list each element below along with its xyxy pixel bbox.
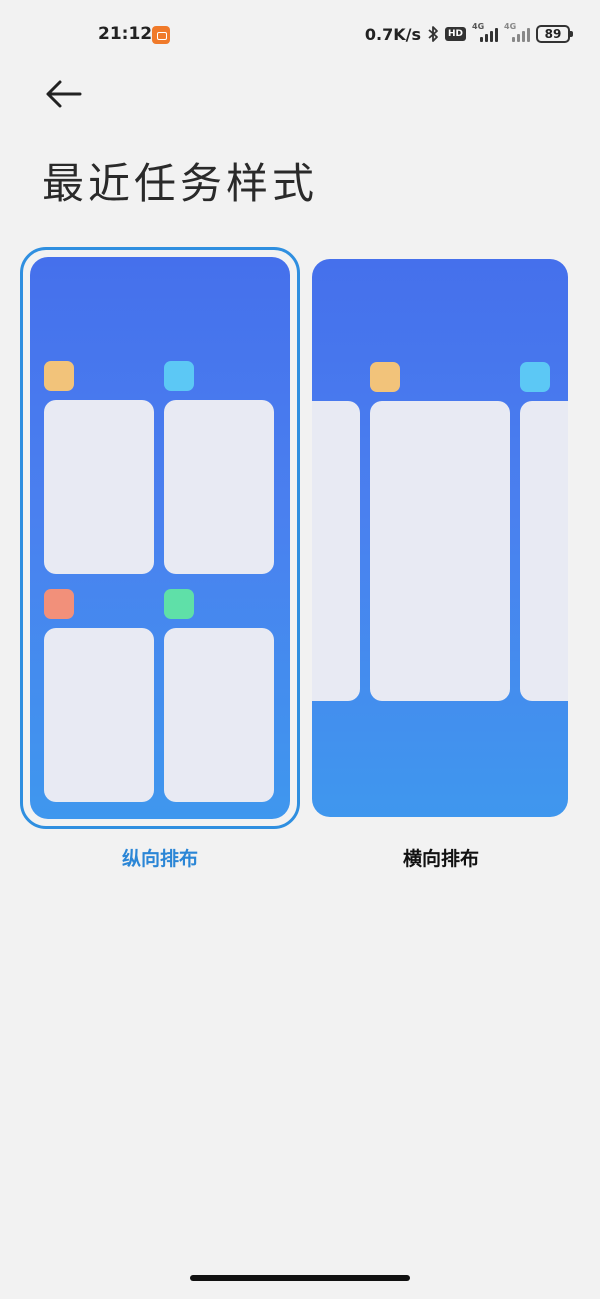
task-card [164, 400, 274, 574]
sim1-signal-icon: 4G [472, 22, 498, 44]
page-title: 最近任务样式 [42, 159, 319, 208]
vertical-layout-preview [30, 257, 290, 819]
app-icon-orange [370, 362, 400, 392]
status-indicators: 0.7K/s HD 4G 4G 89 [364, 22, 573, 46]
horizontal-layout-preview [312, 259, 568, 817]
back-button[interactable] [40, 76, 88, 116]
home-indicator[interactable] [190, 1275, 410, 1281]
task-card [312, 401, 360, 701]
app-icon-cyan [520, 362, 550, 392]
task-card [44, 628, 154, 802]
app-icon-red [44, 589, 74, 619]
option-vertical-layout[interactable] [20, 247, 300, 829]
app-icon-cyan [164, 361, 194, 391]
app-icon-orange [44, 361, 74, 391]
network-speed: 0.7K/s [364, 24, 421, 44]
battery-icon: 89 [536, 25, 573, 43]
status-time: 21:12 [98, 24, 153, 44]
screen-recorder-icon [152, 26, 170, 44]
arrow-left-icon [46, 80, 82, 108]
task-card [370, 401, 510, 701]
recent-tasks-style-screen: 21:12 0.7K/s HD 4G 4G 89 最近任务样式 纵向排布 横向排… [0, 0, 600, 1299]
hd-voice-badge: HD [444, 27, 466, 41]
option-horizontal-layout[interactable] [306, 247, 576, 829]
status-bar: 21:12 0.7K/s HD 4G 4G 89 [0, 0, 600, 70]
sim2-signal-icon: 4G [504, 22, 530, 44]
task-card [44, 400, 154, 574]
option-horizontal-label[interactable]: 横向排布 [306, 844, 576, 871]
app-icon-green [164, 589, 194, 619]
task-card [164, 628, 274, 802]
bluetooth-icon [428, 26, 438, 42]
option-vertical-label[interactable]: 纵向排布 [20, 844, 300, 871]
task-card [520, 401, 568, 701]
